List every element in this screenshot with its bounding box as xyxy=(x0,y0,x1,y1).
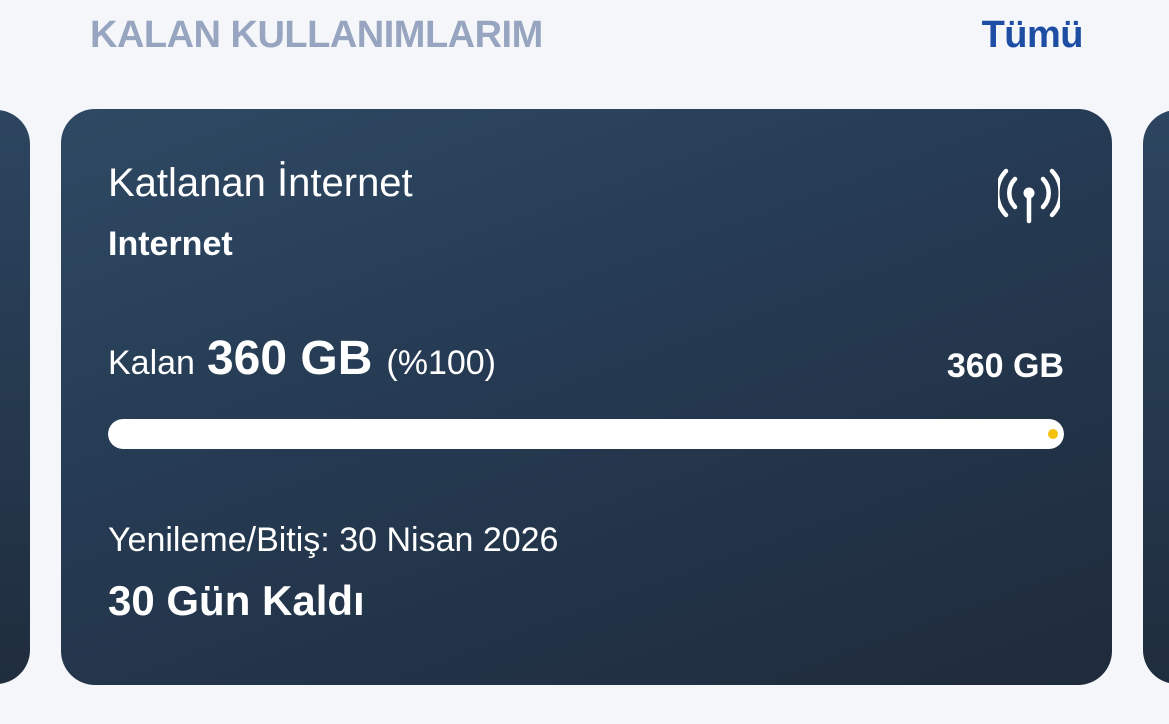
usage-card[interactable]: Katlanan İnternet Internet Kalan 360 GB … xyxy=(61,109,1112,685)
usage-progress-fill xyxy=(108,419,1064,449)
days-left: 30 Gün Kaldı xyxy=(108,577,365,624)
previous-usage-card[interactable] xyxy=(0,110,30,684)
section-title: KALAN KULLANIMLARIM xyxy=(90,14,543,56)
card-title: Katlanan İnternet xyxy=(108,161,413,205)
antenna-signal-icon xyxy=(998,168,1060,224)
remaining-percent: (%100) xyxy=(386,344,496,382)
total-quota: 360 GB xyxy=(946,347,1064,385)
remaining-label: Kalan xyxy=(108,344,195,382)
renewal-date: Yenileme/Bitiş: 30 Nisan 2026 xyxy=(108,521,559,559)
progress-end-dot xyxy=(1048,429,1058,439)
see-all-link[interactable]: Tümü xyxy=(982,14,1084,57)
remaining-usage: Kalan 360 GB (%100) xyxy=(108,331,496,386)
card-subtitle: Internet xyxy=(108,225,233,263)
usage-progress-bar xyxy=(108,419,1064,449)
remaining-amount: 360 GB xyxy=(206,332,373,385)
next-usage-card[interactable] xyxy=(1143,110,1169,684)
